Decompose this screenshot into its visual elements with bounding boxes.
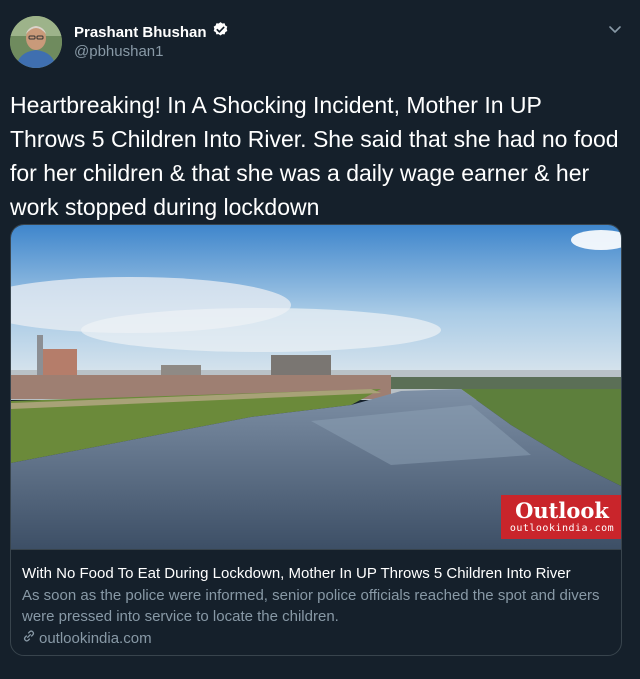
card-domain[interactable]: outlookindia.com xyxy=(22,629,613,647)
verified-badge-icon xyxy=(212,21,229,43)
chevron-down-icon[interactable] xyxy=(606,20,624,38)
author-row: Prashant Bhushan xyxy=(74,21,229,43)
author-handle[interactable]: @pbhushan1 xyxy=(74,43,163,60)
logo-wordmark: Outlook xyxy=(515,498,609,523)
link-icon xyxy=(22,629,36,647)
author-name[interactable]: Prashant Bhushan xyxy=(74,24,207,41)
card-title[interactable]: With No Food To Eat During Lockdown, Mot… xyxy=(22,564,613,584)
tweet-text: Heartbreaking! In A Shocking Incident, M… xyxy=(10,92,619,220)
card-domain-text[interactable]: outlookindia.com xyxy=(39,630,152,647)
link-card[interactable]: Outlook outlookindia.com With No Food To… xyxy=(10,224,622,656)
tweet[interactable]: Prashant Bhushan @pbhushan1 Heartbreakin… xyxy=(0,0,640,679)
outlook-logo: Outlook outlookindia.com xyxy=(501,495,621,539)
card-body[interactable]: With No Food To Eat During Lockdown, Mot… xyxy=(11,549,621,655)
card-description: As soon as the police were informed, sen… xyxy=(22,587,600,625)
avatar[interactable] xyxy=(10,16,62,68)
logo-site: outlookindia.com xyxy=(509,523,615,534)
